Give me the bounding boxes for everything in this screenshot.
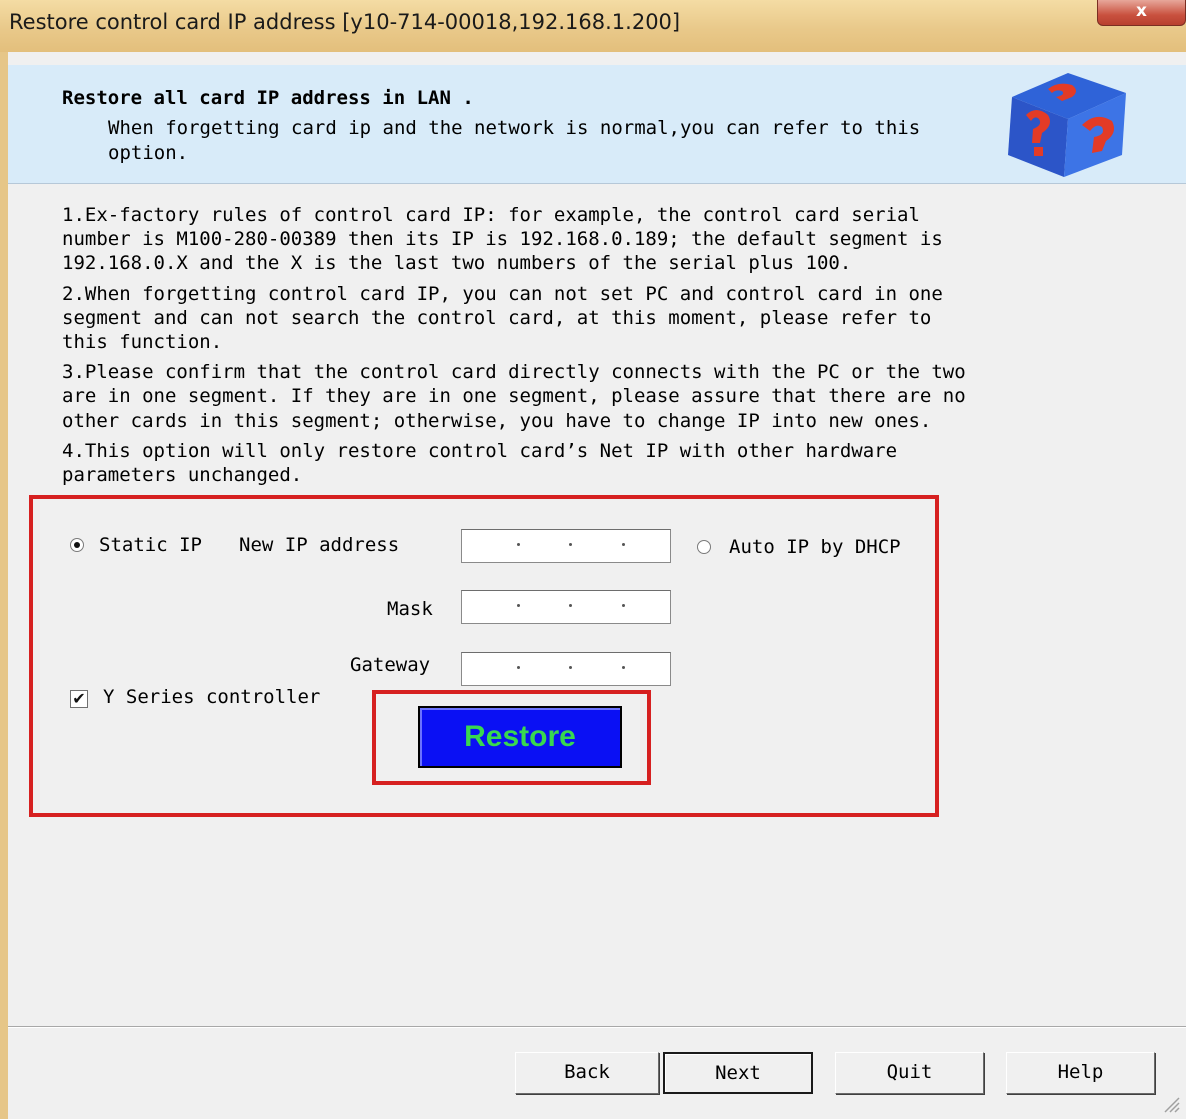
header-description: When forgetting card ip and the network … [108,117,921,164]
rule-4: 4.This option will only restore control … [62,439,898,487]
header-title: Restore all card IP address in LAN . [62,87,474,109]
gateway-label: Gateway [350,654,431,676]
resize-grip-icon[interactable] [1160,1093,1180,1113]
window-title: Restore control card IP address [y10-714… [9,10,681,34]
quit-button[interactable]: Quit [835,1052,984,1094]
rule-1: 1.Ex-factory rules of control card IP: f… [62,204,943,275]
static-ip-radio[interactable] [70,538,84,552]
wizard-header: Restore all card IP address in LAN . Whe… [8,65,1186,184]
static-ip-label[interactable]: Static IP [99,534,202,556]
mask-input[interactable] [461,590,671,624]
back-button[interactable]: Back [515,1052,659,1094]
close-button[interactable]: x [1097,0,1186,26]
y-series-checkbox[interactable]: ✔ [70,690,88,708]
new-ip-input[interactable] [461,529,671,563]
auto-ip-radio[interactable] [697,540,711,554]
mask-label: Mask [387,598,433,620]
title-bar[interactable]: Restore control card IP address [y10-714… [0,0,1186,53]
help-cube-icon [1008,73,1126,177]
rule-2: 2.When forgetting control card IP, you c… [62,282,943,354]
rules-text: 1.Ex-factory rules of control card IP: f… [62,203,982,493]
y-series-label[interactable]: Y Series controller [103,686,320,708]
auto-ip-label[interactable]: Auto IP by DHCP [729,536,901,558]
rule-3: 3.Please confirm that the control card d… [62,361,966,432]
window-frame [0,52,8,1119]
next-button[interactable]: Next [663,1052,813,1094]
footer-separator [8,1026,1186,1028]
restore-button[interactable]: Restore [418,706,622,768]
gateway-input[interactable] [461,652,671,686]
close-icon: x [1136,1,1147,21]
dialog-client: Restore all card IP address in LAN . Whe… [8,52,1186,1119]
help-button[interactable]: Help [1006,1052,1155,1094]
new-ip-label: New IP address [239,534,400,556]
